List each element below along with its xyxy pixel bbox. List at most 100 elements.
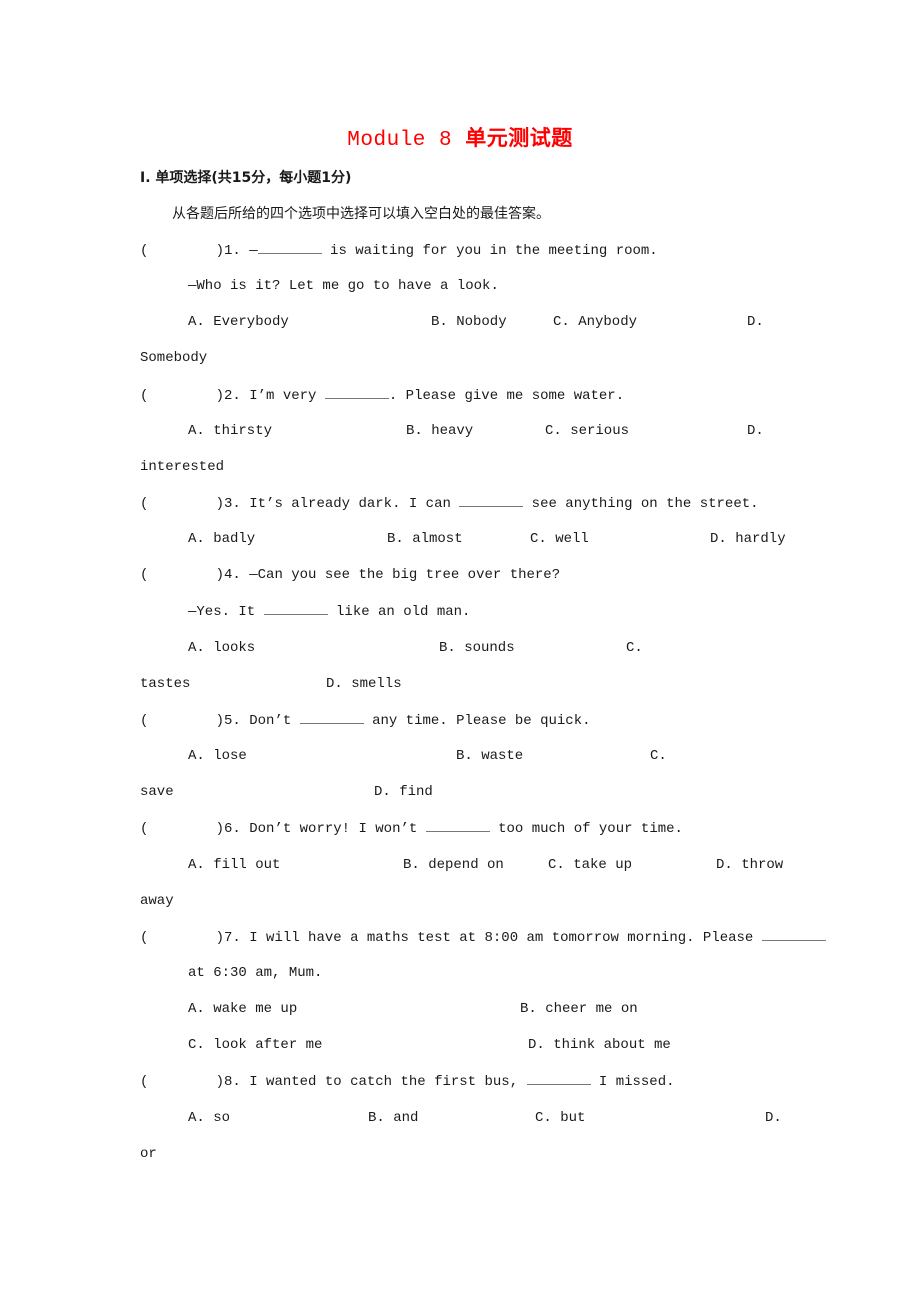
question-stem: I will have a maths test at 8:00 am tomo…	[249, 930, 762, 946]
option-b: B. cheer me on	[520, 1001, 638, 1017]
answer-paren-close: )	[215, 930, 225, 946]
option-b: B. sounds	[439, 640, 515, 656]
title-latin: Module 8	[347, 129, 466, 152]
question-3: ( )3. It’s already dark. I can see anyth…	[140, 494, 759, 513]
question-number: 8.	[224, 1074, 241, 1090]
option-c: C. Anybody	[553, 314, 638, 330]
answer-blank	[263, 602, 328, 615]
answer-blank	[324, 386, 389, 399]
question-stem: It’s already dark. I can	[240, 496, 460, 512]
answer-paren-open: (	[140, 821, 149, 837]
answer-paren-close: )	[215, 388, 225, 404]
answer-blank	[761, 928, 826, 941]
question-8: ( )8. I wanted to catch the first bus, I…	[140, 1072, 675, 1091]
option-c-wrap: save	[140, 784, 174, 800]
answer-paren-open: (	[140, 388, 149, 404]
option-c: C. well	[530, 531, 589, 547]
question-5: ( )5. Don’t any time. Please be quick.	[140, 711, 591, 730]
question-number: 6.	[224, 821, 241, 837]
option-d: D. find	[374, 784, 433, 800]
option-b: B. heavy	[406, 423, 474, 439]
answer-blank	[257, 241, 322, 254]
option-a: A. fill out	[188, 857, 281, 873]
answer-paren-open: (	[140, 496, 149, 512]
question-stem: I wanted to catch the first bus,	[249, 1074, 527, 1090]
question-stem: is waiting for you in the meeting room.	[321, 243, 658, 259]
question-stem: Don’t	[249, 713, 300, 729]
answer-paren-open: (	[140, 243, 149, 259]
question-number: 3.	[224, 496, 241, 512]
answer-paren-open: (	[140, 567, 149, 583]
option-d: D. smells	[326, 676, 402, 692]
section-instruction: 从各题后所给的四个选项中选择可以填入空白处的最佳答案。	[172, 206, 550, 222]
option-a: A. wake me up	[188, 1001, 298, 1017]
option-a: A. Everybody	[188, 314, 289, 330]
question-stem: Don’t worry! I won’t	[249, 821, 426, 837]
option-c-wrap: tastes	[140, 676, 191, 692]
document-title: Module 8 单元测试题	[0, 122, 920, 152]
question-1-line2: —Who is it? Let me go to have a look.	[188, 278, 499, 294]
option-c: C. but	[535, 1110, 586, 1126]
option-a: A. badly	[188, 531, 256, 547]
question-stem: like an old man.	[327, 604, 471, 620]
question-1: ( )1. — is waiting for you in the meetin…	[140, 241, 658, 260]
option-d-wrap: Somebody	[140, 350, 208, 366]
option-a: A. thirsty	[188, 423, 273, 439]
option-a: A. so	[188, 1110, 231, 1126]
question-stem: —Yes. It	[188, 604, 264, 620]
question-number: 1.	[224, 243, 241, 259]
question-stem: I missed.	[590, 1074, 675, 1090]
option-b: B. Nobody	[431, 314, 507, 330]
option-b: B. depend on	[403, 857, 504, 873]
answer-paren-close: )	[215, 496, 225, 512]
document-page: Module 8 单元测试题 Ⅰ. 单项选择(共15分，每小题1分) 从各题后所…	[0, 0, 920, 1302]
answer-paren-open: (	[140, 1074, 149, 1090]
question-stem: any time. Please be quick.	[363, 713, 591, 729]
question-4: ( )4. —Can you see the big tree over the…	[140, 566, 560, 584]
answer-paren-open: (	[140, 713, 149, 729]
question-number: 2.	[224, 388, 241, 404]
section-heading: Ⅰ. 单项选择(共15分，每小题1分)	[140, 170, 352, 186]
option-c: C. take up	[548, 857, 633, 873]
option-d: D.	[747, 314, 764, 330]
question-number: 7.	[224, 930, 241, 946]
question-6: ( )6. Don’t worry! I won’t too much of y…	[140, 819, 683, 838]
question-stem: I’m very	[249, 388, 325, 404]
answer-paren-close: )	[215, 713, 225, 729]
option-d: D. throw	[716, 857, 784, 873]
question-stem: . Please give me some water.	[388, 388, 625, 404]
answer-blank	[459, 494, 524, 507]
option-d: D.	[747, 423, 764, 439]
question-number: 4.	[224, 567, 241, 583]
answer-blank	[425, 819, 490, 832]
answer-paren-close: )	[215, 821, 225, 837]
answer-blank	[299, 711, 364, 724]
answer-paren-close: )	[215, 567, 225, 583]
option-d-wrap: interested	[140, 459, 225, 475]
option-c: C.	[626, 640, 643, 656]
option-d: D. think about me	[528, 1037, 671, 1053]
question-7-line2: at 6:30 am, Mum.	[188, 965, 323, 981]
option-b: B. almost	[387, 531, 463, 547]
option-c: C. look after me	[188, 1037, 323, 1053]
answer-paren-open: (	[140, 930, 149, 946]
option-c: C. serious	[545, 423, 630, 439]
question-stem: too much of your time.	[489, 821, 683, 837]
question-stem: —Can you see the big tree over there?	[240, 567, 561, 583]
answer-paren-close: )	[215, 243, 225, 259]
question-7: ( )7. I will have a maths test at 8:00 a…	[140, 928, 826, 947]
option-d-wrap: away	[140, 893, 174, 909]
option-d: D. hardly	[710, 531, 786, 547]
option-b: B. waste	[456, 748, 524, 764]
question-stem: —	[249, 243, 258, 259]
question-number: 5.	[224, 713, 241, 729]
option-a: A. lose	[188, 748, 247, 764]
option-c: C.	[650, 748, 667, 764]
answer-paren-close: )	[215, 1074, 225, 1090]
option-d-wrap: or	[140, 1146, 157, 1162]
option-d: D.	[765, 1110, 782, 1126]
question-stem: see anything on the street.	[523, 496, 759, 512]
option-a: A. looks	[188, 640, 256, 656]
question-2: ( )2. I’m very . Please give me some wat…	[140, 386, 624, 405]
title-cjk: 单元测试题	[465, 126, 573, 150]
